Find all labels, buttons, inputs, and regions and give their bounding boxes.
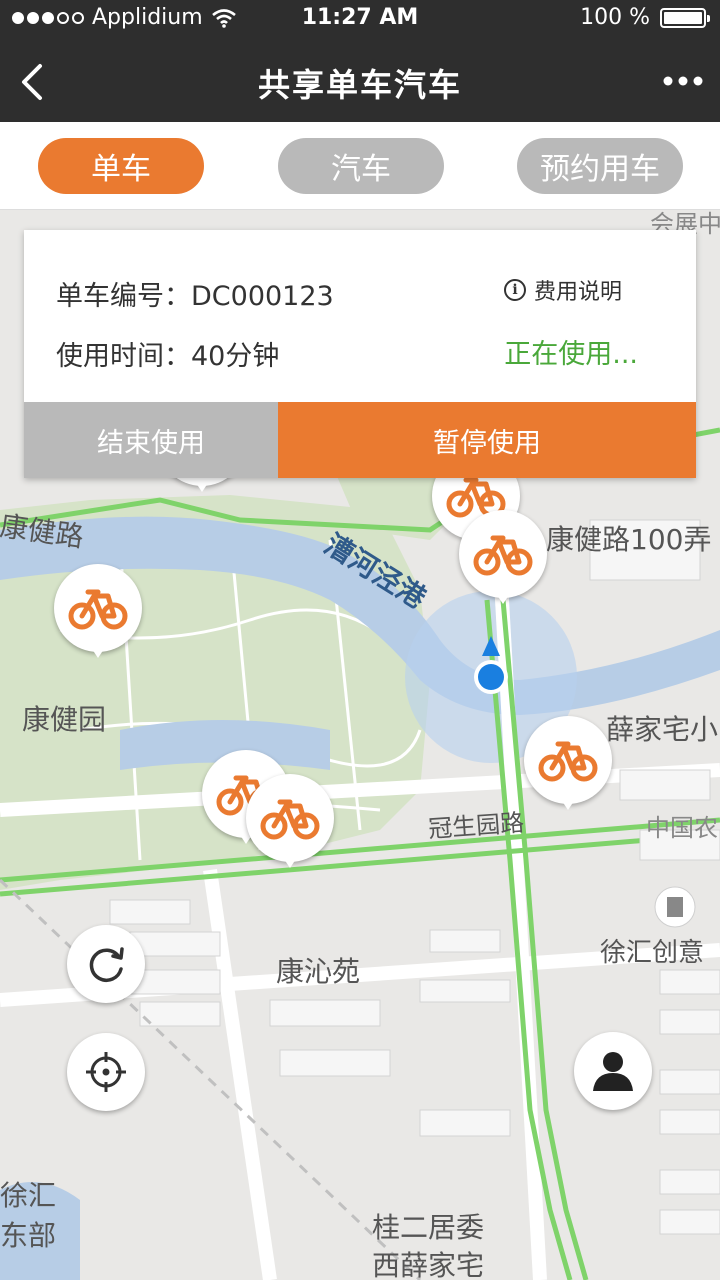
locate-crosshair-icon bbox=[86, 1052, 126, 1092]
battery-info: 100 % bbox=[580, 5, 710, 30]
usage-time: 使用时间：40分钟 bbox=[56, 341, 280, 372]
locate-button[interactable] bbox=[67, 1033, 145, 1111]
bike-pin[interactable] bbox=[524, 716, 612, 816]
map-label: 康沁苑 bbox=[276, 955, 361, 988]
bike-id: 单车编号：DC000123 bbox=[56, 281, 334, 312]
fee-info-label: 费用说明 bbox=[533, 280, 622, 305]
bike-icon bbox=[473, 535, 533, 576]
tab-reserve[interactable]: 预约用车 bbox=[517, 138, 683, 194]
battery-icon bbox=[660, 7, 710, 28]
bike-icon bbox=[68, 589, 128, 630]
info-icon: i bbox=[503, 279, 526, 301]
end-ride-button[interactable]: 结束使用 bbox=[24, 402, 278, 478]
bike-pin[interactable] bbox=[54, 564, 142, 664]
status-bar: Applidium 11:27 AM 100 % bbox=[0, 0, 720, 38]
map-label: 薛家宅小 bbox=[606, 713, 719, 746]
map-label: 康健路100弄 bbox=[546, 523, 712, 556]
map-label: 徐汇 bbox=[0, 1179, 57, 1212]
user-location-icon bbox=[474, 636, 508, 694]
page-title: 共享单车汽车 bbox=[257, 66, 462, 104]
map-label: 中国农 bbox=[646, 814, 718, 842]
top-bar: Applidium 11:27 AM 100 % 共享单车汽车 bbox=[0, 0, 720, 122]
map-label: 西薛家宅 bbox=[372, 1249, 485, 1280]
pause-ride-button[interactable]: 暂停使用 bbox=[278, 402, 696, 478]
map-label: 桂二居委 bbox=[372, 1211, 485, 1244]
more-dots-icon[interactable] bbox=[662, 68, 704, 94]
bike-pin[interactable] bbox=[246, 774, 334, 874]
tab-bike[interactable]: 单车 bbox=[38, 138, 204, 194]
vehicle-tabs: 单车 汽车 预约用车 bbox=[0, 122, 720, 210]
map-label: 冠生园路 bbox=[427, 808, 526, 844]
bike-icon bbox=[260, 799, 320, 840]
refresh-icon bbox=[89, 947, 124, 982]
battery-percent: 100 % bbox=[580, 5, 650, 30]
map-label: 康健园 bbox=[22, 703, 107, 736]
map-label: 东部 bbox=[0, 1219, 57, 1252]
map-label: 徐汇创意 bbox=[600, 938, 705, 968]
ride-info-card: 单车编号：DC000123 使用时间：40分钟 i 费用说明 正在使用... 结… bbox=[24, 230, 696, 478]
bike-pin[interactable] bbox=[459, 510, 547, 610]
bike-icon bbox=[538, 741, 598, 782]
refresh-button[interactable] bbox=[67, 925, 145, 1003]
person-icon bbox=[593, 1052, 633, 1091]
tab-car[interactable]: 汽车 bbox=[278, 138, 444, 194]
profile-button[interactable] bbox=[574, 1032, 652, 1110]
fee-info-link[interactable]: i 费用说明 bbox=[503, 274, 622, 306]
ride-status: 正在使用... bbox=[504, 339, 638, 370]
